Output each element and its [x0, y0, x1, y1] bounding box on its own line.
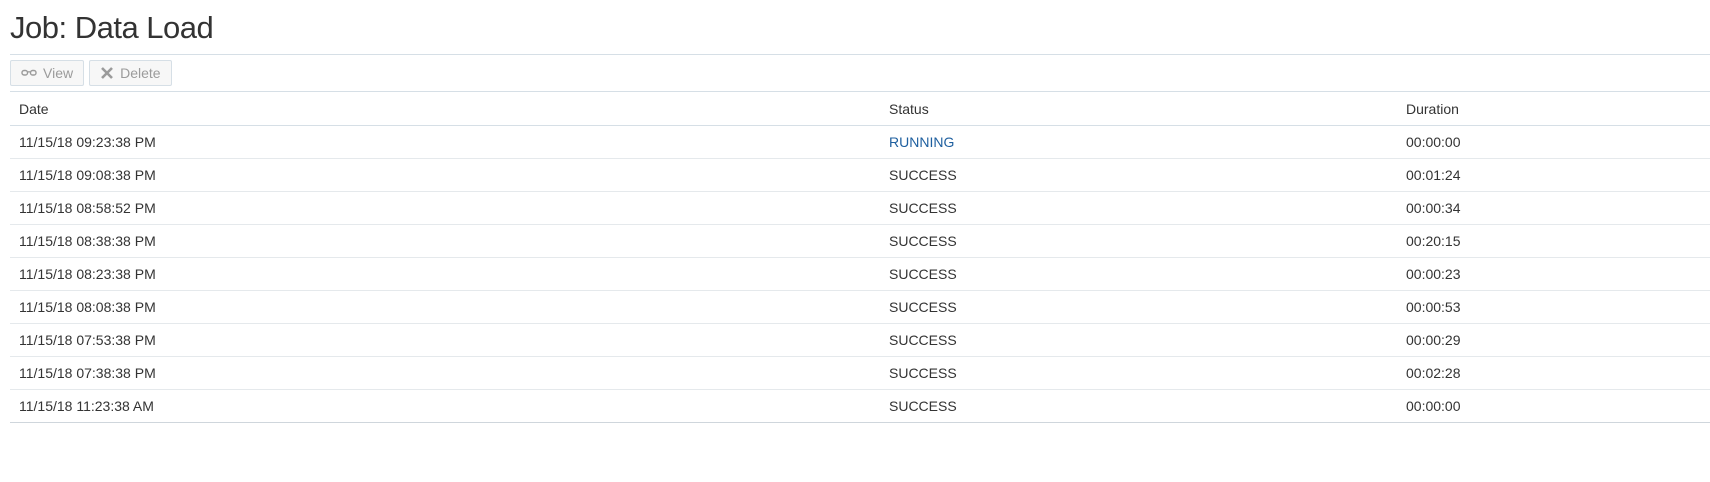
- duration-cell: 00:00:29: [1397, 323, 1710, 357]
- table-row[interactable]: 11/15/18 09:08:38 PM SUCCESS 00:01:24: [10, 158, 1710, 192]
- duration-cell: 00:00:00: [1397, 125, 1710, 159]
- table-row[interactable]: 11/15/18 08:23:38 PM SUCCESS 00:00:23: [10, 257, 1710, 291]
- x-icon: [100, 66, 114, 80]
- view-button[interactable]: View: [10, 60, 85, 86]
- toolbar: View Delete: [10, 60, 172, 86]
- status-cell: SUCCESS: [880, 356, 1397, 390]
- status-cell: SUCCESS: [880, 257, 1397, 291]
- status-cell: SUCCESS: [880, 191, 1397, 225]
- table-header-row: Date Status Duration: [10, 92, 1710, 126]
- job-page: Job: Data Load View Delete Date Status D…: [10, 0, 1710, 423]
- delete-button[interactable]: Delete: [89, 60, 172, 86]
- column-header-date[interactable]: Date: [10, 92, 880, 126]
- title-divider: [10, 54, 1710, 55]
- date-cell: 11/15/18 08:58:52 PM: [10, 191, 880, 225]
- duration-cell: 00:00:34: [1397, 191, 1710, 225]
- table-row[interactable]: 11/15/18 09:23:38 PM RUNNING 00:00:00: [10, 125, 1710, 159]
- date-cell: 11/15/18 08:38:38 PM: [10, 224, 880, 258]
- table-row[interactable]: 11/15/18 07:53:38 PM SUCCESS 00:00:29: [10, 323, 1710, 357]
- table-row[interactable]: 11/15/18 07:38:38 PM SUCCESS 00:02:28: [10, 356, 1710, 390]
- duration-cell: 00:20:15: [1397, 224, 1710, 258]
- view-button-label: View: [43, 65, 74, 81]
- status-cell: SUCCESS: [880, 389, 1397, 423]
- column-header-duration[interactable]: Duration: [1397, 92, 1710, 126]
- status-cell: SUCCESS: [880, 224, 1397, 258]
- table-row[interactable]: 11/15/18 08:58:52 PM SUCCESS 00:00:34: [10, 191, 1710, 225]
- date-cell: 11/15/18 08:23:38 PM: [10, 257, 880, 291]
- delete-button-label: Delete: [120, 65, 161, 81]
- status-cell: SUCCESS: [880, 323, 1397, 357]
- status-cell: SUCCESS: [880, 290, 1397, 324]
- date-cell: 11/15/18 09:08:38 PM: [10, 158, 880, 192]
- duration-cell: 00:01:24: [1397, 158, 1710, 192]
- date-cell: 11/15/18 09:23:38 PM: [10, 125, 880, 159]
- glasses-icon: [21, 68, 37, 78]
- job-history-table: Date Status Duration 11/15/18 09:23:38 P…: [10, 92, 1710, 423]
- date-cell: 11/15/18 08:08:38 PM: [10, 290, 880, 324]
- duration-cell: 00:00:00: [1397, 389, 1710, 423]
- column-header-status[interactable]: Status: [880, 92, 1397, 126]
- duration-cell: 00:02:28: [1397, 356, 1710, 390]
- page-title: Job: Data Load: [10, 10, 214, 45]
- table-row[interactable]: 11/15/18 08:38:38 PM SUCCESS 00:20:15: [10, 224, 1710, 258]
- duration-cell: 00:00:23: [1397, 257, 1710, 291]
- status-cell: SUCCESS: [880, 158, 1397, 192]
- date-cell: 11/15/18 07:38:38 PM: [10, 356, 880, 390]
- table-row[interactable]: 11/15/18 08:08:38 PM SUCCESS 00:00:53: [10, 290, 1710, 324]
- date-cell: 11/15/18 07:53:38 PM: [10, 323, 880, 357]
- duration-cell: 00:00:53: [1397, 290, 1710, 324]
- status-cell-running[interactable]: RUNNING: [880, 125, 1397, 159]
- date-cell: 11/15/18 11:23:38 AM: [10, 389, 880, 423]
- table-row[interactable]: 11/15/18 11:23:38 AM SUCCESS 00:00:00: [10, 389, 1710, 423]
